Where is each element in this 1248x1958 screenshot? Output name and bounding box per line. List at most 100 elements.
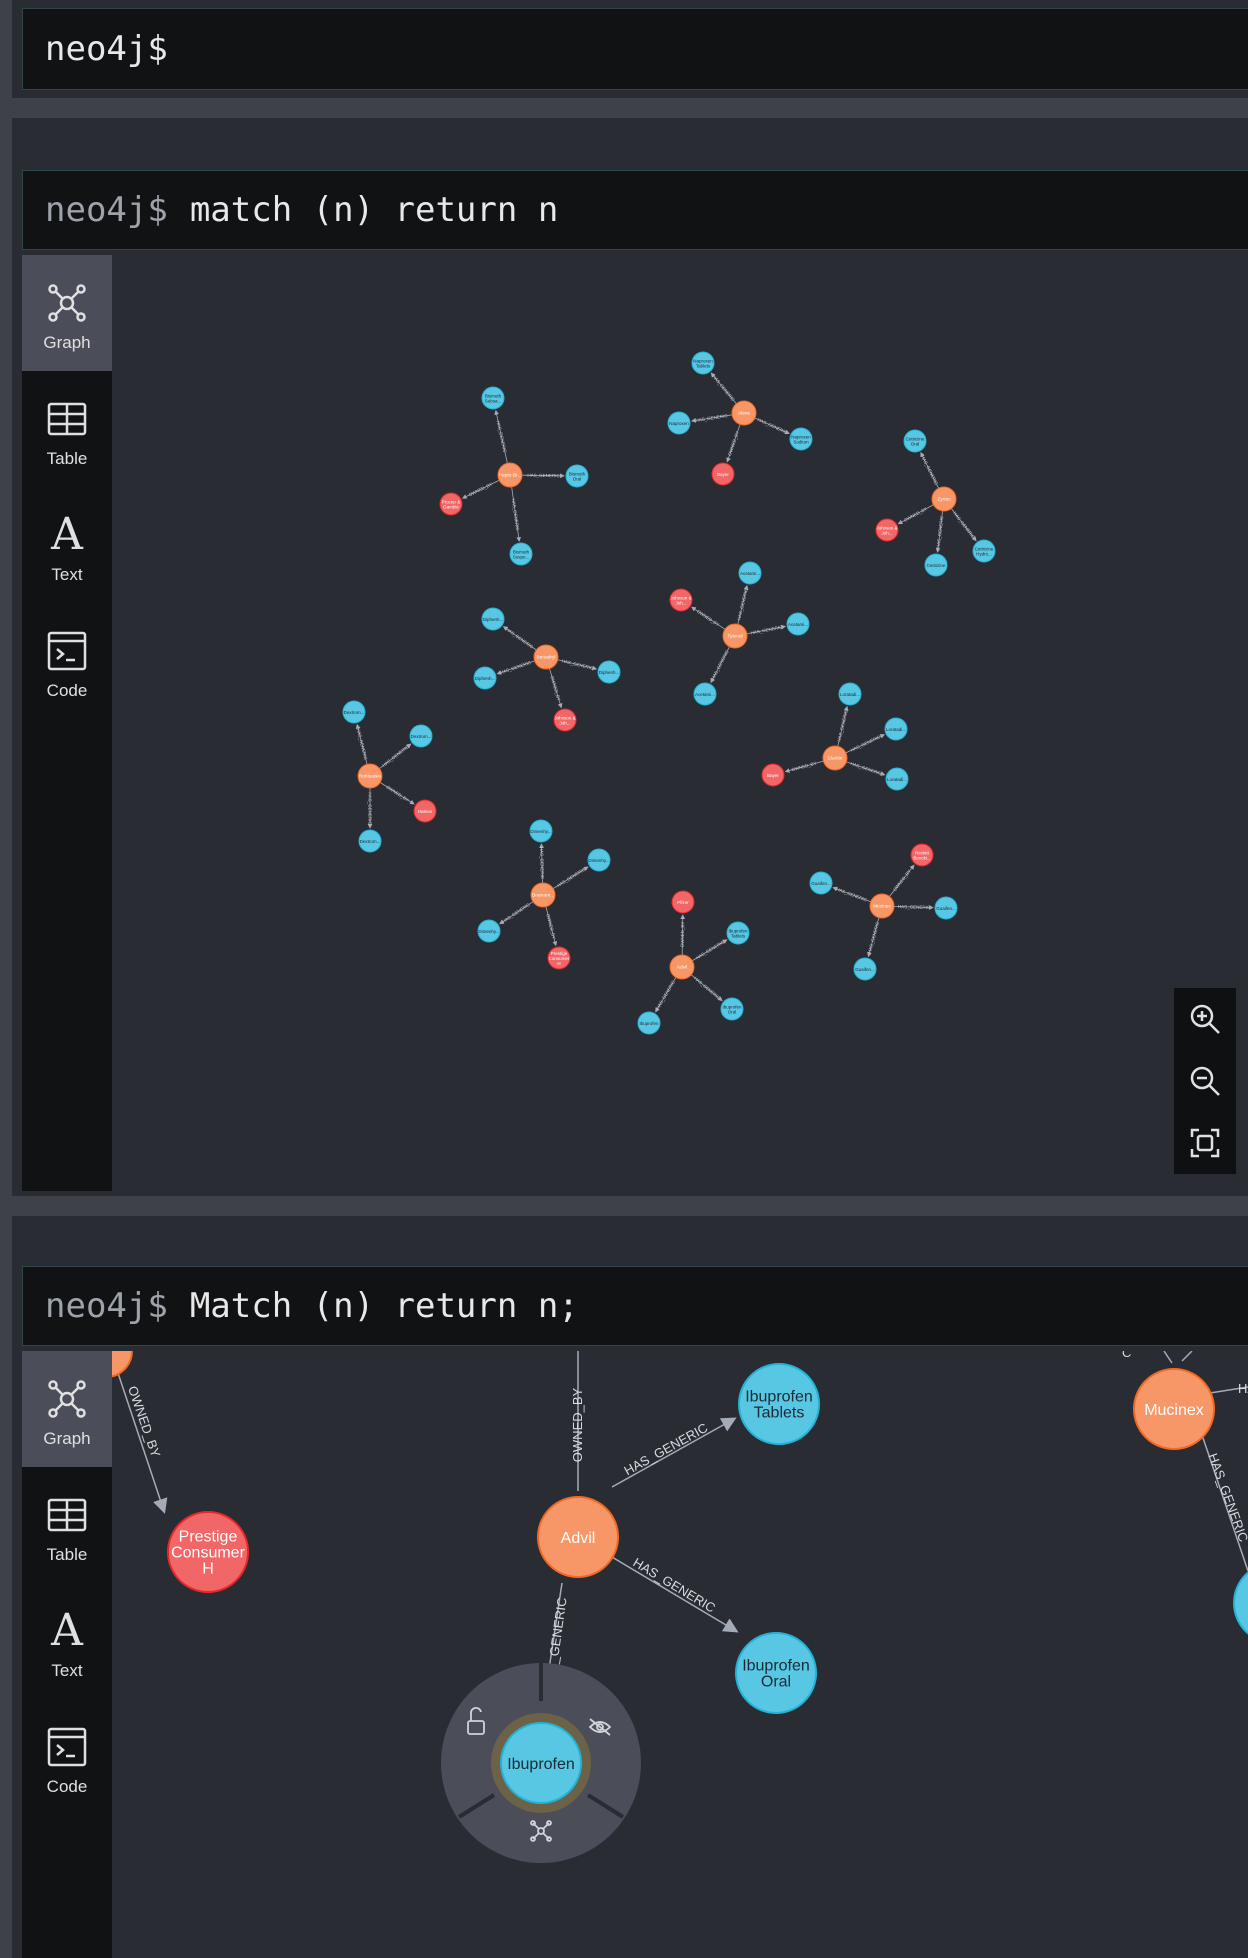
node-label: Cetirizine: [927, 563, 946, 568]
graph-node-owner[interactable]: Procter & Gamble: [439, 492, 463, 516]
nav-text[interactable]: A Text: [22, 487, 112, 603]
graph-node-drug[interactable]: Claritin: [822, 745, 848, 771]
graph-node-owner[interactable]: Prestige Consumer H: [547, 946, 571, 970]
node-label: Guaifen...: [936, 906, 956, 911]
graph-node-generic[interactable]: Dextrom...: [342, 700, 366, 724]
graph-node-owner[interactable]: Prestige Consumer H: [167, 1511, 249, 1593]
graph-node-drug[interactable]: Dramam...: [530, 882, 556, 908]
graph-node-generic[interactable]: Bismuth Oral: [565, 464, 589, 488]
graph-node-generic[interactable]: Cetirizine: [924, 553, 948, 577]
graph-node-generic[interactable]: Dextrom...: [409, 724, 433, 748]
graph-node-partial[interactable]: [1233, 1563, 1248, 1643]
graph-node-generic[interactable]: Guaifen...: [809, 871, 833, 895]
graph-node-drug[interactable]: Advil: [537, 1496, 619, 1578]
graph-node-generic[interactable]: Dimenhy...: [477, 919, 501, 943]
node-label: Bismuth Suspe...: [513, 549, 530, 559]
nav-graph-label: Graph: [43, 1429, 91, 1448]
graph-node-generic[interactable]: Acetami...: [738, 561, 762, 585]
graph-canvas-overview[interactable]: HAS_GENERIC HAS_GENERIC HAS_GENERIC OWNED_B…: [112, 255, 1248, 1195]
graph-canvas-detail[interactable]: OWNED_BY OWNED_BY HAS_GENERIC HAS_GENERI…: [112, 1351, 1248, 1958]
rel-label: HAS_GENERIC: [631, 1555, 719, 1616]
graph-node-drug[interactable]: Mucinex: [869, 893, 895, 919]
graph-node-generic[interactable]: Ibuprofen: [637, 1011, 661, 1035]
cypher-editor[interactable]: neo4j$ Match (n) return n;: [22, 1266, 1248, 1346]
graph-node-generic[interactable]: Diphenh...: [473, 666, 497, 690]
graph-node-partial[interactable]: [112, 1351, 133, 1378]
graph-node-owner[interactable]: Johnson & Joh...: [669, 588, 693, 612]
graph-node-drug[interactable]: Benadryl: [533, 644, 559, 670]
graph-node-generic[interactable]: Bismuth Suspe...: [509, 542, 533, 566]
node-label: Aleve: [738, 411, 750, 417]
graph-node-generic[interactable]: Cetirizine Oral: [903, 429, 927, 453]
nav-code[interactable]: Code: [22, 603, 112, 719]
graph-node-generic-selected[interactable]: Ibuprofen: [500, 1722, 582, 1804]
graph-cluster: OWNED_BYHAS_GENERICHAS_GENERICHAS_GENERI…: [637, 890, 750, 1035]
graph-node-drug[interactable]: Aleve: [731, 400, 757, 426]
graph-node-drug[interactable]: Advil: [669, 954, 695, 980]
graph-node-generic[interactable]: Loratadi...: [885, 767, 909, 791]
graph-node-generic[interactable]: Naproxen Sodium: [789, 427, 813, 451]
relationship-label: OWNED_BY: [696, 609, 720, 627]
graph-node-generic[interactable]: Dextrom...: [358, 829, 382, 853]
nav-table[interactable]: Table: [22, 371, 112, 487]
query-text: Match (n) return n;: [189, 1286, 579, 1326]
graph-node-owner[interactable]: Bayer: [711, 462, 735, 486]
graph-node-generic[interactable]: Guaifen...: [934, 896, 958, 920]
graph-node-generic[interactable]: Naproxen Tablets: [691, 351, 715, 375]
nav-graph[interactable]: Graph: [22, 255, 112, 371]
graph-node-owner[interactable]: Bayer: [761, 763, 785, 787]
cypher-editor[interactable]: neo4j$: [22, 8, 1248, 90]
graph-node-generic[interactable]: Ibuprofen Oral: [735, 1632, 817, 1714]
graph-node-generic[interactable]: Acetami...: [693, 682, 717, 706]
graph-node-generic[interactable]: Naproxen: [667, 411, 691, 435]
graph-node-drug[interactable]: Zyrtec: [931, 486, 957, 512]
graph-node-generic[interactable]: Loratadi...: [838, 682, 862, 706]
graph-node-generic[interactable]: Ibuprofen Oral: [720, 997, 744, 1021]
graph-node-drug[interactable]: Tylenol: [722, 623, 748, 649]
node-label: Dramam...: [532, 893, 554, 899]
graph-node-drug[interactable]: Pepto-Bi...: [497, 462, 523, 488]
graph-node-generic[interactable]: Guaifen...: [853, 957, 877, 981]
relationship-label: HAS_GENERIC: [736, 588, 749, 621]
graph-node-drug[interactable]: Robitussin: [357, 763, 383, 789]
graph-node-owner[interactable]: Johnson & Joh...: [553, 708, 577, 732]
node-label: Reckitt Bencki...: [913, 850, 930, 860]
graph-node-generic[interactable]: Diphenh...: [481, 607, 505, 631]
nav-text[interactable]: A Text: [22, 1583, 112, 1699]
graph-node-owner[interactable]: Johnson & Joh...: [875, 518, 899, 542]
graph-node-drug[interactable]: Mucinex: [1133, 1368, 1215, 1450]
graph-node-owner[interactable]: Haleon: [413, 799, 437, 823]
graph-cluster: OWNED_BYHAS_GENERICHAS_GENERICHAS_GENERI…: [669, 561, 810, 706]
nav-code[interactable]: Code: [22, 1699, 112, 1815]
fit-icon[interactable]: [1189, 1127, 1221, 1159]
relationship-label: HAS_GENERIC: [381, 744, 410, 768]
node-label: Diphenh...: [599, 670, 620, 675]
graph-node-generic[interactable]: Cetirizine Hydro...: [972, 539, 996, 563]
graph-cluster: HAS_GENERIC HAS_GENERIC HAS_GENERIC OWNED_B…: [439, 386, 589, 566]
node-label: Naproxen: [669, 421, 689, 426]
graph-node-owner[interactable]: Reckitt Bencki...: [910, 843, 934, 867]
graph-node-generic[interactable]: Loratadi...: [884, 717, 908, 741]
graph-node-generic[interactable]: Acetami...: [786, 612, 810, 636]
relationship-label: OWNED_BY: [468, 482, 493, 498]
nav-table[interactable]: Table: [22, 1467, 112, 1583]
graph-node-owner[interactable]: Pfizer: [671, 890, 695, 914]
node-label: Mucinex: [873, 904, 891, 910]
relationship-label: HAS_GENERIC: [920, 454, 939, 486]
graph-node-generic[interactable]: Ibuprofen Tablets: [726, 921, 750, 945]
query-frame-3: neo4j$ Match (n) return n; Graph Table A…: [12, 1216, 1248, 1958]
graph-node-generic[interactable]: Dimenhy...: [587, 848, 611, 872]
zoom-out-icon[interactable]: [1189, 1065, 1221, 1097]
nav-graph[interactable]: Graph: [22, 1351, 112, 1467]
graph-cluster: HAS_GENERIC HAS_GENERIC HAS_GENERIC OWNED_B…: [477, 819, 611, 970]
cypher-editor[interactable]: neo4j$ match (n) return n: [22, 170, 1248, 250]
zoom-in-icon[interactable]: [1189, 1003, 1221, 1035]
rel-label: C: [1122, 1351, 1131, 1360]
graph-node-generic[interactable]: Diphenh...: [597, 660, 621, 684]
relationship-label: HAS_GENERIC: [867, 921, 880, 954]
relationship-label: HAS_GENERIC: [556, 866, 587, 888]
code-icon: [47, 631, 87, 671]
graph-node-generic[interactable]: Bismuth Subsa...: [481, 386, 505, 410]
graph-node-generic[interactable]: Dimenhy...: [529, 819, 553, 843]
graph-node-generic[interactable]: Ibuprofen Tablets: [738, 1363, 820, 1445]
